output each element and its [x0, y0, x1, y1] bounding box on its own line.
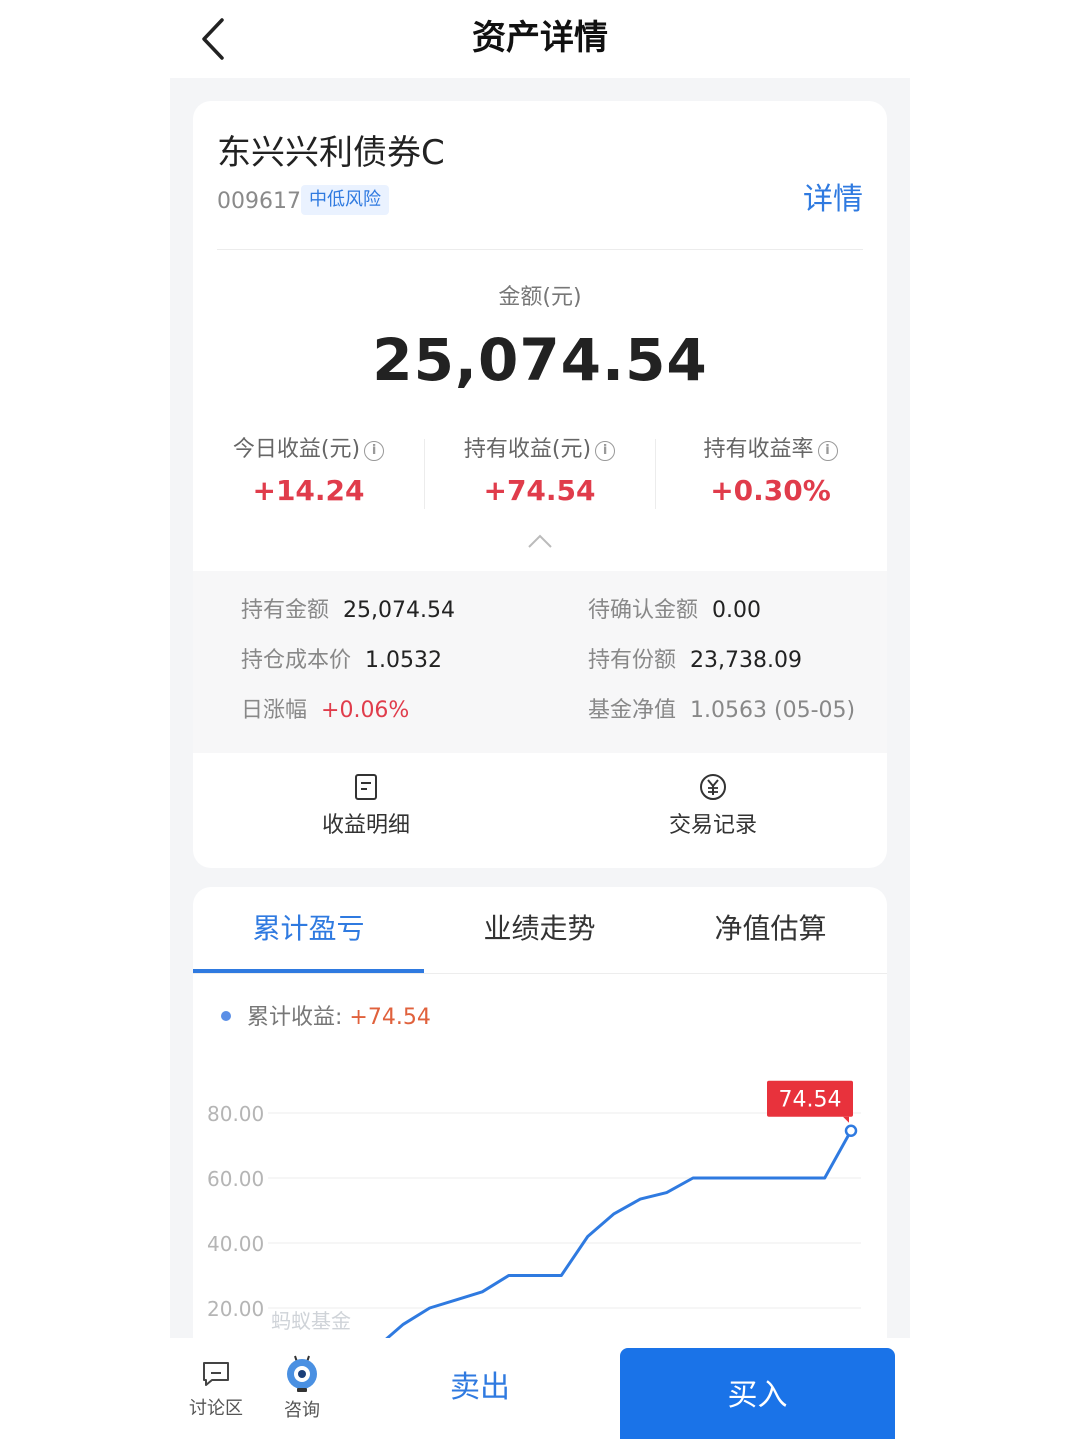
cumulative-income-chart[interactable]: 80.00 60.00 40.00 20.00 74.54 — [193, 1037, 887, 1347]
tooltip-pointer — [843, 1116, 849, 1123]
amount-label: 金额(元) — [498, 285, 582, 310]
hold-income-label: 持有收益(元) i — [424, 433, 655, 467]
cost-price-label: 持仓成本价 — [241, 648, 352, 673]
last-point-marker — [844, 1124, 858, 1137]
divider — [217, 249, 863, 250]
chart-legend: 累计收益: +74.54 — [221, 1001, 431, 1035]
hold-income-stat: 持有收益(元) i +74.54 — [424, 433, 655, 511]
y-tick-label: 20.00 — [207, 1297, 264, 1321]
cost-price-value: 1.0532 — [365, 648, 442, 673]
page-title: 资产详情 — [472, 18, 608, 58]
tab-cumulative-pnl[interactable]: 累计盈亏 — [193, 907, 424, 951]
legend-value: +74.54 — [349, 1005, 431, 1030]
legend-dot-icon — [221, 1011, 231, 1021]
daily-change-label: 日涨幅 — [241, 698, 308, 723]
hold-rate-stat: 持有收益率 i +0.30% — [655, 433, 886, 511]
hold-rate-value: +0.30% — [710, 474, 831, 507]
holding-detail-panel: 持有金额 25,074.54 待确认金额 0.00 持仓成本价 1.0532 持有份额… — [193, 571, 887, 753]
nav-row: 基金净值 1.0563 (05-05) — [588, 693, 855, 729]
amount-value: 25,074.54 — [372, 326, 708, 394]
y-tick-label: 60.00 — [207, 1167, 264, 1191]
fund-name: 东兴兴利债券C — [217, 133, 445, 173]
nav-value: 1.0563 (05-05) — [690, 698, 856, 723]
y-tick-label: 40.00 — [207, 1232, 264, 1256]
tab-nav-estimate[interactable]: 净值估算 — [655, 907, 886, 951]
pending-amount-row: 待确认金额 0.00 — [588, 593, 761, 629]
today-income-stat: 今日收益(元) i +14.24 — [193, 433, 424, 511]
chat-icon — [203, 1362, 229, 1386]
trade-record-button[interactable]: 交易记录 — [613, 773, 813, 843]
buy-button[interactable]: 买入 — [620, 1348, 895, 1439]
daily-change-row: 日涨幅 +0.06% — [241, 693, 409, 729]
hold-amount-row: 持有金额 25,074.54 — [241, 593, 455, 629]
y-tick-label: 80.00 — [207, 1102, 264, 1126]
discussion-label: 讨论区 — [189, 1398, 243, 1419]
today-income-label: 今日收益(元) i — [193, 433, 424, 467]
yuan-icon — [700, 774, 726, 800]
top-header: 资产详情 — [0, 0, 1080, 78]
tooltip-label: 74.54 — [779, 1088, 842, 1113]
nav-label: 基金净值 — [588, 698, 677, 723]
chart-card: 累计盈亏 业绩走势 净值估算 累计收益: +74.54 80.00 60.00 40… — [193, 887, 887, 1347]
shares-value: 23,738.09 — [690, 648, 802, 673]
daily-change-value: +0.06% — [321, 698, 410, 723]
consult-label: 咨询 — [284, 1400, 320, 1421]
today-income-value: +14.24 — [252, 474, 365, 507]
pending-amount-value: 0.00 — [712, 598, 761, 623]
info-icon[interactable]: i — [817, 441, 838, 461]
hold-amount-label: 持有金额 — [241, 598, 330, 623]
asset-summary-card: 东兴兴利债券C 009617 中低风险 详情 金额(元) 25,074.54 今… — [193, 101, 887, 868]
legend-label: 累计收益: — [247, 1005, 350, 1030]
tab-divider — [193, 973, 887, 974]
document-icon — [355, 774, 377, 800]
pending-amount-label: 待确认金额 — [588, 598, 699, 623]
bottom-action-bar: 讨论区 咨询 卖出 买入 — [170, 1338, 910, 1439]
cost-price-row: 持仓成本价 1.0532 — [241, 643, 442, 679]
sell-button[interactable]: 卖出 — [420, 1364, 540, 1412]
fund-code: 009617 — [217, 189, 301, 214]
chevron-up-icon[interactable] — [527, 533, 553, 549]
hold-income-value: +74.54 — [483, 474, 596, 507]
assistant-avatar-icon — [287, 1355, 317, 1392]
fund-detail-link[interactable]: 详情 — [803, 179, 863, 221]
income-detail-button[interactable]: 收益明细 — [266, 773, 466, 843]
info-icon[interactable]: i — [364, 441, 385, 461]
info-icon[interactable]: i — [595, 441, 616, 461]
active-tab-indicator — [193, 969, 424, 973]
app-root: 资产详情 东兴兴利债券C 009617 中低风险 详情 金额(元) 25,074… — [0, 0, 1080, 1439]
discussion-button[interactable]: 讨论区 — [186, 1358, 246, 1422]
shares-row: 持有份额 23,738.09 — [588, 643, 802, 679]
income-detail-label: 收益明细 — [321, 813, 410, 838]
consult-button[interactable]: 咨询 — [272, 1352, 332, 1424]
shares-label: 持有份额 — [588, 648, 677, 673]
trade-record-label: 交易记录 — [668, 813, 757, 838]
tab-performance[interactable]: 业绩走势 — [424, 907, 655, 951]
watermark: 蚂蚁基金 — [271, 1309, 351, 1333]
risk-badge: 中低风险 — [301, 185, 389, 215]
hold-amount-value: 25,074.54 — [343, 598, 455, 623]
series-line — [322, 1129, 853, 1347]
hold-rate-label: 持有收益率 i — [655, 433, 886, 467]
